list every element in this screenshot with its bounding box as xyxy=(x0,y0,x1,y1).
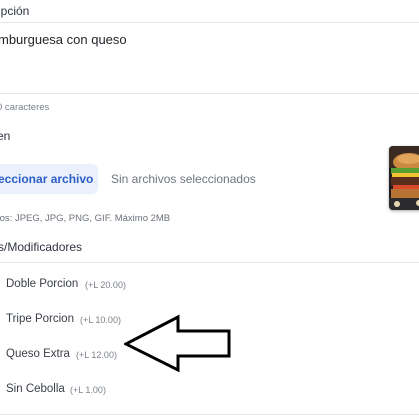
product-form: ipción mburguesa con queso 0 caracteres … xyxy=(0,0,419,419)
description-label: ipción xyxy=(0,4,30,18)
modifier-name: Tripe Porcion xyxy=(6,313,74,325)
modifier-price: (+L 12.00) xyxy=(76,350,117,360)
image-preview xyxy=(389,146,419,210)
modifier-price: (+L 10.00) xyxy=(80,315,121,325)
no-file-text: Sin archivos seleccionados xyxy=(111,172,256,186)
modifier-price: (+L 1.00) xyxy=(70,385,106,395)
image-label: en xyxy=(0,129,11,143)
description-value: mburguesa con queso xyxy=(0,32,127,47)
burger-thumbnail-icon xyxy=(389,146,419,210)
modifier-price: (+L 20.00) xyxy=(85,280,126,290)
modifier-item[interactable]: Sin Cebolla (+L 1.00) xyxy=(0,377,419,407)
modifiers-top-divider xyxy=(0,262,419,263)
char-count: 0 caracteres xyxy=(0,102,50,113)
select-file-button-label[interactable]: eccionar archivo xyxy=(0,172,93,186)
modifier-item[interactable]: Doble Porcion (+L 20.00) xyxy=(0,272,419,302)
left-arrow-annotation-icon xyxy=(124,314,231,373)
modifiers-bottom-divider xyxy=(0,414,419,415)
formats-hint: tos: JPEG, JPG, PNG, GIF. Máximo 2MB xyxy=(0,213,171,224)
modifier-name: Queso Extra xyxy=(6,348,70,360)
modifier-name: Sin Cebolla xyxy=(6,383,65,395)
modifiers-label: s/Modificadores xyxy=(0,240,83,254)
modifier-name: Doble Porcion xyxy=(6,278,79,290)
